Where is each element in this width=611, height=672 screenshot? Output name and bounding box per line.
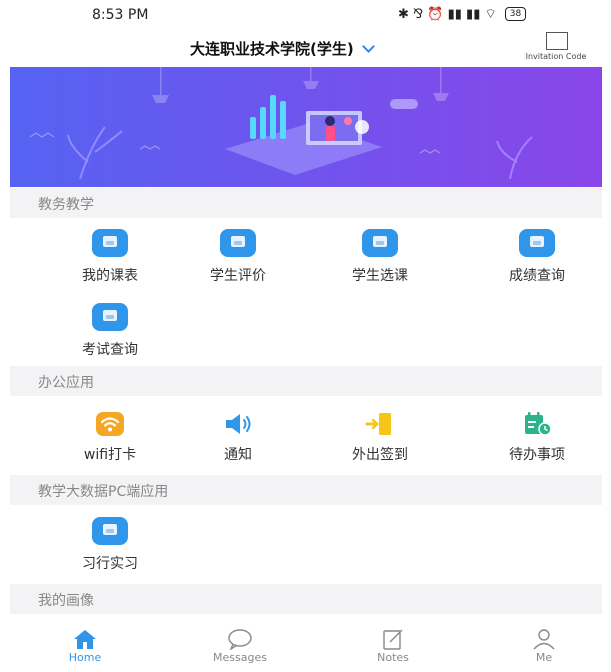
section-academic: 教务教学 — [10, 188, 602, 218]
app-item-label: 通知 — [224, 447, 252, 463]
tab-label: Messages — [213, 651, 267, 664]
image-placeholder-icon — [519, 229, 555, 257]
calendar-todo-icon — [525, 412, 552, 436]
app-item-label: 我的课表 — [82, 268, 138, 284]
tab-messages[interactable]: Messages — [190, 628, 290, 664]
app-item-outing-signin[interactable]: 外出签到 — [320, 412, 440, 464]
section-title-office: 办公应用 — [38, 375, 94, 391]
section-bigdata: 教学大数据PC端应用 — [10, 475, 602, 505]
school-name: 大连职业技术学院(学生) — [190, 40, 354, 58]
battery-icon: 38 — [504, 7, 527, 21]
bottom-tab-bar: Home Messages Notes Me — [0, 628, 611, 672]
app-item-label: 成绩查询 — [509, 268, 565, 284]
invitation-code-button[interactable]: Invitation Code — [508, 32, 604, 61]
chat-bubble-icon — [228, 629, 252, 650]
tab-home[interactable]: Home — [35, 628, 135, 664]
app-item-label: 习行实习 — [82, 556, 138, 572]
scan-icon — [545, 32, 568, 50]
note-edit-icon — [383, 629, 403, 650]
invitation-code-label: Invitation Code — [525, 52, 587, 61]
banner-image[interactable] — [10, 67, 602, 187]
app-item-exam-query[interactable]: 考试查询 — [50, 303, 170, 359]
section-title-academic: 教务教学 — [38, 197, 94, 213]
app-item-label: 考试查询 — [82, 342, 138, 358]
tab-me[interactable]: Me — [494, 628, 594, 664]
chevron-down-icon — [361, 39, 375, 53]
tab-label: Me — [535, 651, 553, 664]
home-icon — [74, 630, 96, 649]
banner-illustration — [29, 67, 533, 180]
tab-label: Home — [68, 651, 102, 664]
app-header: 大连职业技术学院(学生) Invitation Code — [0, 30, 611, 66]
app-item-internship[interactable]: 习行实习 — [50, 517, 170, 573]
app-item-my-schedule[interactable]: 我的课表 — [50, 229, 170, 285]
speaker-icon — [226, 414, 251, 434]
status-indicator-icons: ✱ ⅋ ⏰ ▮▮ ▮▮ ⌔ — [398, 7, 497, 22]
app-item-label: wifi打卡 — [83, 447, 137, 463]
app-item-label: 学生选课 — [352, 268, 408, 284]
image-placeholder-icon — [92, 229, 128, 257]
app-item-label: 学生评价 — [210, 268, 266, 284]
app-item-grade-query[interactable]: 成绩查询 — [477, 229, 597, 285]
app-item-student-evaluation[interactable]: 学生评价 — [178, 229, 298, 285]
tab-notes[interactable]: Notes — [343, 628, 443, 664]
section-office: 办公应用 — [10, 366, 602, 396]
tab-label: Notes — [377, 651, 409, 664]
section-portrait: 我的画像 — [10, 584, 602, 614]
app-item-todo[interactable]: 待办事项 — [477, 412, 597, 464]
image-placeholder-icon — [92, 303, 128, 331]
app-item-label: 待办事项 — [509, 447, 565, 463]
status-time: 8:53 PM — [92, 7, 149, 23]
image-placeholder-icon — [92, 517, 128, 545]
wifi-icon — [96, 412, 124, 436]
status-bar: 8:53 PM ✱ ⅋ ⏰ ▮▮ ▮▮ ⌔ 38 — [0, 0, 611, 30]
section-title-portrait: 我的画像 — [38, 593, 94, 609]
app-item-wifi-checkin[interactable]: wifi打卡 — [50, 412, 170, 464]
image-placeholder-icon — [362, 229, 398, 257]
app-item-course-selection[interactable]: 学生选课 — [320, 229, 440, 285]
exit-door-icon — [365, 413, 391, 435]
app-item-label: 外出签到 — [352, 447, 408, 463]
person-icon — [533, 629, 555, 650]
status-icons: ✱ ⅋ ⏰ ▮▮ ▮▮ ⌔ 38 — [398, 6, 527, 22]
school-selector[interactable]: 大连职业技术学院(学生) — [190, 38, 375, 59]
section-title-bigdata: 教学大数据PC端应用 — [38, 484, 169, 500]
image-placeholder-icon — [220, 229, 256, 257]
app-item-notification[interactable]: 通知 — [178, 412, 298, 464]
